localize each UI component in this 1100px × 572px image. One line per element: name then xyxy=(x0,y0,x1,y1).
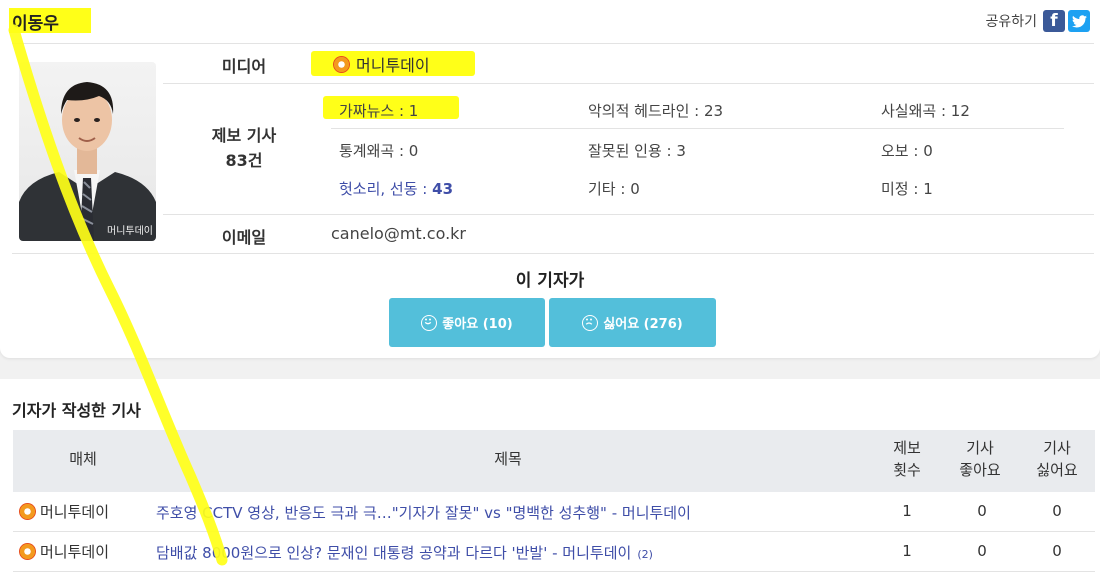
stat-malicious-headline: 악의적 헤드라인 : 23 xyxy=(588,102,724,120)
reporter-name: 이동우 xyxy=(12,14,59,34)
divider xyxy=(12,253,1094,254)
divider xyxy=(163,214,1094,215)
article-title-link[interactable]: 담배값 8000원으로 인상? 문재인 대통령 공약과 다르다 '반발' - 머… xyxy=(156,542,653,563)
article-title: 주호영 CCTV 영상, 반응도 극과 극…"기자가 잘못" vs "명백한 성… xyxy=(156,504,691,522)
reports-count: 83건 xyxy=(225,151,263,170)
header-likes: 기사 좋아요 xyxy=(945,437,1015,481)
media-name: 머니투데이 xyxy=(356,56,430,75)
row-media-name: 머니투데이 xyxy=(40,503,110,521)
frown-icon xyxy=(582,314,599,331)
stat-undecided: 미정 : 1 xyxy=(881,180,933,198)
header-title: 제목 xyxy=(494,450,522,468)
stat-misquote: 잘못된 인용 : 3 xyxy=(588,142,686,160)
smile-icon xyxy=(421,314,438,331)
row-likes: 0 xyxy=(977,542,987,560)
row-reports: 1 xyxy=(902,542,912,560)
row-media[interactable]: 머니투데이 xyxy=(19,541,109,562)
stat-nonsense-value: 43 xyxy=(432,180,454,198)
row-reports: 1 xyxy=(902,502,912,520)
media-logo-icon xyxy=(19,543,36,560)
dislike-label: 싫어요 (276) xyxy=(603,317,683,332)
row-dislikes: 0 xyxy=(1052,502,1062,520)
table-row: 머니투데이 담배값 8000원으로 인상? 문재인 대통령 공약과 다르다 '반… xyxy=(13,532,1095,572)
like-button[interactable]: 좋아요 (10) xyxy=(389,298,545,347)
share-label: 공유하기 xyxy=(985,14,1037,30)
stat-other: 기타 : 0 xyxy=(588,180,640,198)
reporter-photo: 머니투데이 xyxy=(19,62,156,241)
divider xyxy=(12,43,1094,44)
table-row: 머니투데이 주호영 CCTV 영상, 반응도 극과 극…"기자가 잘못" vs … xyxy=(13,492,1095,532)
articles-table-header: 매체 제목 제보 횟수 기사 좋아요 기사 싫어요 xyxy=(13,430,1095,492)
photo-watermark: 머니투데이 xyxy=(107,226,153,237)
header-dislikes: 기사 싫어요 xyxy=(1022,437,1092,481)
header-reports-line2: 횟수 xyxy=(893,461,921,479)
header-dislikes-line2: 싫어요 xyxy=(1036,461,1078,479)
stat-fake-news: 가짜뉴스 : 1 xyxy=(339,102,419,120)
reports-label-title: 제보 기사 xyxy=(211,126,277,145)
email-value: canelo@mt.co.kr xyxy=(331,224,466,243)
row-dislikes: 0 xyxy=(1052,542,1062,560)
row-likes: 0 xyxy=(977,502,987,520)
email-label: 이메일 xyxy=(221,228,267,247)
vote-title: 이 기자가 xyxy=(515,271,585,291)
header-media: 매체 xyxy=(69,450,97,468)
row-media[interactable]: 머니투데이 xyxy=(19,501,109,522)
media-logo-icon xyxy=(19,503,36,520)
stat-statistics-distortion: 통계왜곡 : 0 xyxy=(339,142,419,160)
articles-section-title: 기자가 작성한 기사 xyxy=(12,401,141,420)
header-reports: 제보 횟수 xyxy=(877,437,937,481)
stat-fact-distortion: 사실왜곡 : 12 xyxy=(881,102,970,120)
row-media-name: 머니투데이 xyxy=(40,543,110,561)
facebook-icon[interactable]: f xyxy=(1043,10,1065,32)
divider xyxy=(331,128,1064,129)
article-title: 담배값 8000원으로 인상? 문재인 대통령 공약과 다르다 '반발' - 머… xyxy=(156,544,632,562)
share-bar: 공유하기 f xyxy=(985,10,1090,32)
twitter-icon[interactable] xyxy=(1068,10,1090,32)
media-value[interactable]: 머니투데이 xyxy=(333,52,430,76)
stat-nonsense-agitation[interactable]: 헛소리, 선동 : 43 xyxy=(339,178,453,199)
header-reports-line1: 제보 xyxy=(893,439,921,457)
media-logo-icon xyxy=(333,55,350,73)
stat-nonsense-label: 헛소리, 선동 : xyxy=(339,180,433,198)
dislike-button[interactable]: 싫어요 (276) xyxy=(549,298,716,347)
comment-count: (2) xyxy=(637,548,653,561)
reports-label: 제보 기사 83건 xyxy=(164,123,324,173)
stat-misreport: 오보 : 0 xyxy=(881,142,933,160)
header-likes-line2: 좋아요 xyxy=(959,461,1001,479)
header-likes-line1: 기사 xyxy=(966,439,994,457)
divider xyxy=(163,83,1094,84)
like-label: 좋아요 (10) xyxy=(442,317,513,332)
article-title-link[interactable]: 주호영 CCTV 영상, 반응도 극과 극…"기자가 잘못" vs "명백한 성… xyxy=(156,502,691,523)
media-label: 미디어 xyxy=(221,57,267,76)
header-dislikes-line1: 기사 xyxy=(1043,439,1071,457)
